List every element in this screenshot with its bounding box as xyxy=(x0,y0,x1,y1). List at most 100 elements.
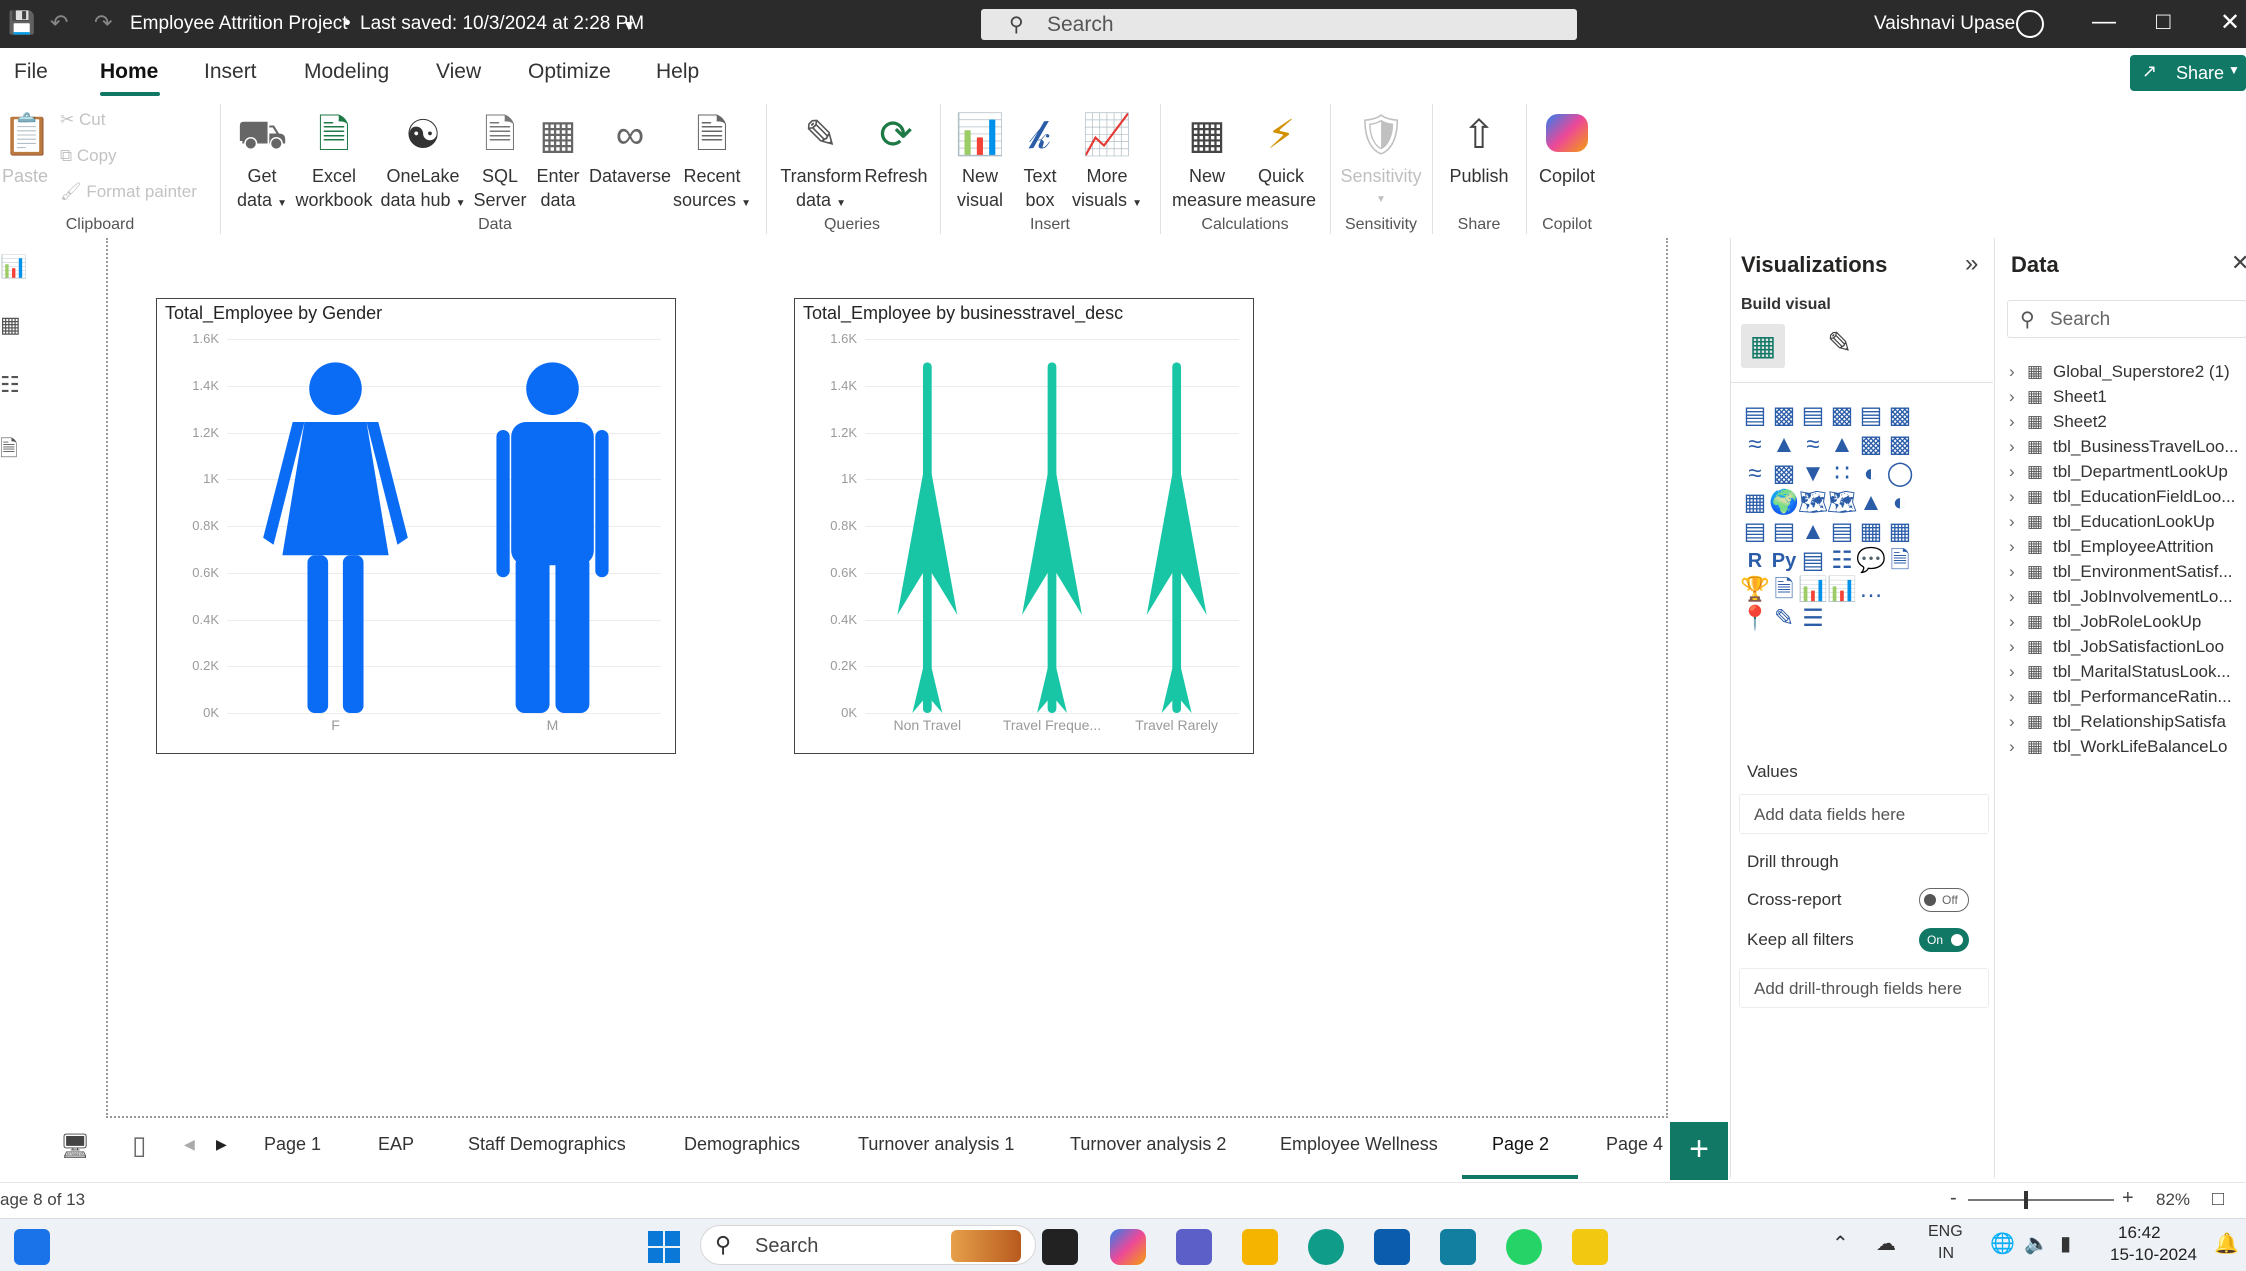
menu-modeling[interactable]: Modeling xyxy=(304,60,389,84)
chevron-right-icon[interactable]: › xyxy=(2009,437,2027,457)
close-icon[interactable]: ✕ xyxy=(2220,8,2240,37)
donut-visual-icon[interactable]: ◯ xyxy=(1884,458,1916,490)
bar-mark-travel-rarely[interactable] xyxy=(1146,362,1207,713)
share-button[interactable]: ↗ Share ▼ xyxy=(2130,55,2246,91)
keep-filters-toggle[interactable]: On xyxy=(1919,928,1969,952)
decomposition-tree-visual-icon[interactable]: ☷ xyxy=(1826,545,1858,577)
sensitivity-button[interactable]: 🛡 Sensitivity ▼ xyxy=(1336,108,1426,212)
build-visual-tab-icon[interactable]: ▦ xyxy=(1741,324,1785,368)
store-icon[interactable] xyxy=(1374,1229,1410,1265)
clustered-column-visual-icon[interactable]: ▩ xyxy=(1826,400,1858,432)
business-travel-chart-visual[interactable]: Total_Employee by businesstravel_desc 0K… xyxy=(794,298,1254,754)
network-icon[interactable]: ☁ xyxy=(1876,1231,1896,1256)
tab-staff-demographics[interactable]: Staff Demographics xyxy=(468,1134,626,1155)
zoom-in-icon[interactable]: + xyxy=(2122,1187,2134,1210)
metrics-visual-icon[interactable]: 🏆 xyxy=(1739,574,1771,606)
values-drop-zone[interactable]: Add data fields here xyxy=(1739,794,1989,834)
tab-employee-wellness[interactable]: Employee Wellness xyxy=(1280,1134,1438,1155)
tab-page-2[interactable]: Page 2 xyxy=(1492,1134,1549,1155)
tab-demographics[interactable]: Demographics xyxy=(684,1134,800,1155)
whatsapp-icon[interactable] xyxy=(1506,1229,1542,1265)
zoom-out-icon[interactable]: - xyxy=(1950,1187,1957,1210)
format-visual-icon[interactable]: ✎ xyxy=(1827,326,1852,361)
ribbon-chart-visual-icon[interactable]: ▩ xyxy=(1768,458,1800,490)
get-data-button[interactable]: ⛟ Get data ▼ xyxy=(232,108,292,216)
clock-date[interactable]: 15-10-2024 xyxy=(2110,1245,2197,1265)
field-list-table[interactable]: › ▦ tbl_WorkLifeBalanceLo xyxy=(2009,737,2228,773)
user-name[interactable]: Vaishnavi Upase xyxy=(1874,13,2015,35)
desktop-layout-icon[interactable]: 🖥 xyxy=(60,1132,90,1161)
avatar[interactable] xyxy=(2016,10,2044,38)
paste-button[interactable]: 📋 Paste xyxy=(2,108,52,188)
map-visual-icon[interactable]: 🌍 xyxy=(1768,487,1800,519)
chevron-right-icon[interactable]: › xyxy=(2009,687,2027,707)
more-visuals-button[interactable]: 📈 More visuals ▼ xyxy=(1068,108,1146,216)
report-canvas[interactable]: Total_Employee by Gender 0K 0.2K 0.4K 0.6K 0… xyxy=(106,238,1668,1118)
drill-through-drop-zone[interactable]: Add drill-through fields here xyxy=(1739,968,1989,1008)
mobile-layout-icon[interactable]: ▯ xyxy=(132,1130,146,1161)
menu-view[interactable]: View xyxy=(436,60,481,84)
zoom-slider-handle[interactable] xyxy=(2024,1191,2028,1209)
chevron-right-icon[interactable]: › xyxy=(2009,362,2027,382)
multi-card-visual-icon[interactable]: ▤ xyxy=(1768,516,1800,548)
bar-mark-m[interactable] xyxy=(496,362,609,713)
scatter-visual-icon[interactable]: ∷ xyxy=(1826,458,1858,490)
line-clustered-visual-icon[interactable]: ≈ xyxy=(1739,458,1771,490)
chevron-right-icon[interactable]: › xyxy=(2009,412,2027,432)
gauge-visual-icon[interactable]: ◐ xyxy=(1884,487,1916,519)
teams-icon[interactable] xyxy=(1176,1229,1212,1265)
region-code[interactable]: IN xyxy=(1938,1245,1954,1263)
refresh-button[interactable]: ⟳ Refresh xyxy=(864,108,928,188)
saved-status[interactable]: Last saved: 10/3/2024 at 2:28 PM xyxy=(360,13,644,35)
report-view-icon[interactable]: 📊 xyxy=(0,254,27,280)
globe-icon[interactable]: 🌐 xyxy=(1990,1231,2015,1256)
100-bar-visual-icon[interactable]: ▤ xyxy=(1855,400,1887,432)
widgets-icon[interactable] xyxy=(14,1229,50,1265)
chevron-right-icon[interactable]: › xyxy=(2009,612,2027,632)
table-view-icon[interactable]: ▦ xyxy=(0,312,22,338)
key-influencers-visual-icon[interactable]: ▤ xyxy=(1797,545,1829,577)
volume-icon[interactable]: 🔈 xyxy=(2024,1231,2049,1256)
excel-workbook-button[interactable]: 🗎 Excel workbook xyxy=(294,108,374,212)
azure-map-visual-icon[interactable]: ▲ xyxy=(1855,487,1887,519)
custom-2-visual-icon[interactable]: ✎ xyxy=(1768,603,1800,635)
data-search-input[interactable]: ⚲ Search xyxy=(2007,300,2246,338)
undo-icon[interactable]: ↶ xyxy=(50,10,68,36)
chevron-right-icon[interactable]: › xyxy=(2009,737,2027,757)
edge-icon[interactable] xyxy=(1308,1229,1344,1265)
copilot-button[interactable]: Copilot xyxy=(1532,108,1602,188)
enter-data-button[interactable]: ▦ Enter data xyxy=(530,108,586,212)
fit-to-page-icon[interactable]: □ xyxy=(2212,1188,2224,1211)
100-column-visual-icon[interactable]: ▩ xyxy=(1884,400,1916,432)
copy-button[interactable]: ⧉ Copy xyxy=(60,146,117,166)
custom-3-visual-icon[interactable]: ☰ xyxy=(1797,603,1829,635)
format-painter-button[interactable]: 🖌 Format painter xyxy=(60,182,197,202)
stacked-column-visual-icon[interactable]: ▩ xyxy=(1768,400,1800,432)
save-icon[interactable]: 💾 xyxy=(8,10,35,36)
paginated-report-visual-icon[interactable]: 🗎 xyxy=(1768,574,1800,606)
transform-data-button[interactable]: ✎ Transform data ▼ xyxy=(778,108,864,216)
file-explorer-dark-icon[interactable] xyxy=(1042,1229,1078,1265)
gender-chart-visual[interactable]: Total_Employee by Gender 0K 0.2K 0.4K 0.6K 0… xyxy=(156,298,676,754)
chevron-down-icon[interactable]: ▼ xyxy=(622,17,636,33)
menu-insert[interactable]: Insert xyxy=(204,60,257,84)
card-visual-icon[interactable]: ▤ xyxy=(1739,516,1771,548)
next-page-icon[interactable]: ▶ xyxy=(216,1136,227,1153)
menu-home[interactable]: Home xyxy=(100,60,158,84)
clock-time[interactable]: 16:42 xyxy=(2118,1223,2161,1243)
taskbar-search[interactable]: ⚲ Search xyxy=(700,1225,1036,1265)
text-box-button[interactable]: 𝓀 Text box xyxy=(1012,108,1068,212)
prev-page-icon[interactable]: ◀ xyxy=(184,1136,195,1153)
chevron-right-icon[interactable]: › xyxy=(2009,712,2027,732)
app-icon[interactable] xyxy=(1440,1229,1476,1265)
maximize-icon[interactable]: □ xyxy=(2156,8,2171,36)
bar-mark-f[interactable] xyxy=(263,362,408,713)
chevron-right-icon[interactable]: › xyxy=(2009,637,2027,657)
collapse-pane-icon[interactable]: » xyxy=(1965,250,1978,278)
qa-visual-icon[interactable]: 💬 xyxy=(1855,545,1887,577)
chevron-right-icon[interactable]: › xyxy=(2009,537,2027,557)
tab-turnover-analysis-2[interactable]: Turnover analysis 2 xyxy=(1070,1134,1226,1155)
search-input[interactable]: ⚲ Search xyxy=(981,9,1577,40)
tab-page-4[interactable]: Page 4 xyxy=(1606,1134,1663,1155)
language-code[interactable]: ENG xyxy=(1928,1223,1963,1241)
